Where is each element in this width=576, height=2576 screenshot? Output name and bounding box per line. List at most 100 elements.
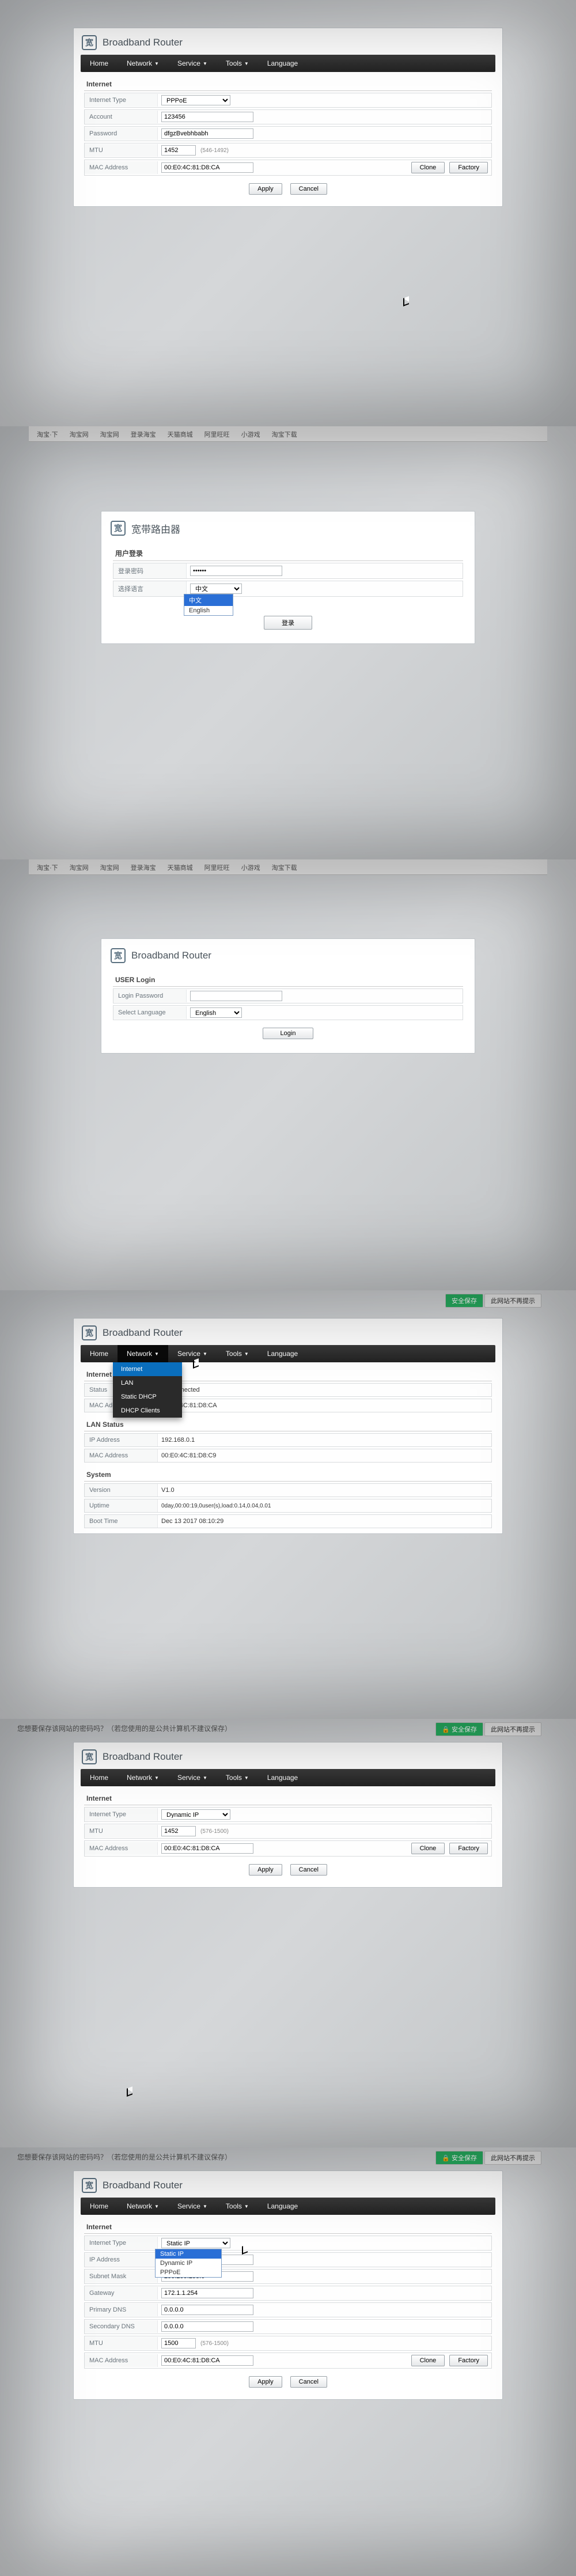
factory-button[interactable]: Factory (449, 1843, 488, 1854)
nav-language[interactable]: Language (258, 1345, 307, 1362)
nav-service[interactable]: Service▼ (168, 55, 217, 72)
no-prompt-button[interactable]: 此网站不再提示 (484, 1294, 541, 1308)
no-prompt-button[interactable]: 此网站不再提示 (484, 1722, 541, 1736)
factory-button[interactable]: Factory (449, 2355, 488, 2366)
tab-item[interactable]: 淘宝网 (64, 861, 94, 874)
tab-item[interactable]: 淘宝下载 (266, 427, 303, 441)
internet-type-select[interactable]: Dynamic IP (161, 1809, 230, 1820)
nav-service[interactable]: Service▼ (168, 1345, 217, 1362)
tab-item[interactable]: 淘宝网 (94, 427, 125, 441)
browser-tabs: 淘宝·下 淘宝网 淘宝网 登录海宝 天猫商城 阿里旺旺 小游戏 淘宝下载 (29, 426, 547, 442)
tab-item[interactable]: 小游戏 (236, 861, 266, 874)
tab-item[interactable]: 登录海宝 (125, 427, 162, 441)
tab-item[interactable]: 登录海宝 (125, 861, 162, 874)
nav-network[interactable]: Network▼ (118, 2198, 168, 2215)
row-internet-type: Internet Type Dynamic IP (84, 1807, 492, 1822)
gateway-input[interactable] (161, 2288, 253, 2298)
nav-tools[interactable]: Tools▼ (217, 1769, 258, 1786)
option-static-ip[interactable]: Static IP (156, 2249, 221, 2259)
save-password-button[interactable]: 安全保存 (445, 1294, 483, 1308)
clone-button[interactable]: Clone (411, 2355, 445, 2366)
tab-item[interactable]: 阿里旺旺 (199, 861, 236, 874)
dropdown-static-dhcp[interactable]: Static DHCP (113, 1390, 182, 1404)
chevron-down-icon: ▼ (203, 1775, 207, 1781)
nav-network[interactable]: Network▼ (118, 1345, 168, 1362)
mouse-cursor-icon (127, 2088, 135, 2099)
login-password-input[interactable] (190, 991, 282, 1001)
account-input[interactable] (161, 112, 253, 122)
nav-network[interactable]: Network▼ (118, 1769, 168, 1786)
apply-button[interactable]: Apply (249, 1864, 282, 1876)
tab-item[interactable]: 淘宝网 (64, 427, 94, 441)
factory-button[interactable]: Factory (449, 162, 488, 173)
internet-type-options: Static IP Dynamic IP PPPoE (155, 2249, 222, 2278)
apply-button[interactable]: Apply (249, 183, 282, 195)
tab-item[interactable]: 天猫商城 (162, 861, 199, 874)
nav-language[interactable]: Language (258, 55, 307, 72)
save-password-button[interactable]: 🔒 安全保存 (435, 1722, 483, 1736)
nav-home[interactable]: Home (81, 55, 118, 72)
tab-item[interactable]: 淘宝下载 (266, 861, 303, 874)
tab-item[interactable]: 淘宝网 (94, 861, 125, 874)
nav-service[interactable]: Service▼ (168, 2198, 217, 2215)
main-nav: Home Network▼ Service▼ Tools▼ Language (81, 2198, 495, 2215)
nav-network[interactable]: Network▼ (118, 55, 168, 72)
mac-input[interactable] (161, 2355, 253, 2366)
nav-language[interactable]: Language (258, 1769, 307, 1786)
tab-item[interactable]: 阿里旺旺 (199, 427, 236, 441)
ip-value: 192.168.0.1 (158, 1435, 491, 1445)
language-option-chinese[interactable]: 中文 (184, 594, 233, 606)
no-prompt-button[interactable]: 此网站不再提示 (484, 2151, 541, 2165)
cancel-button[interactable]: Cancel (290, 2376, 327, 2388)
nav-home[interactable]: Home (81, 2198, 118, 2215)
nav-tools[interactable]: Tools▼ (217, 55, 258, 72)
dns2-input[interactable] (161, 2321, 253, 2332)
dropdown-dhcp-clients[interactable]: DHCP Clients (113, 1404, 182, 1418)
save-password-button[interactable]: 🔒 安全保存 (435, 2151, 483, 2165)
main-nav: Home Network▼ Service▼ Tools▼ Language (81, 1769, 495, 1786)
mtu-input[interactable] (161, 1826, 196, 1836)
tab-item[interactable]: 天猫商城 (162, 427, 199, 441)
internet-type-select[interactable]: PPPoE (161, 95, 230, 105)
password-input[interactable] (161, 128, 253, 139)
chevron-down-icon: ▼ (203, 61, 207, 66)
nav-language[interactable]: Language (258, 2198, 307, 2215)
nav-home[interactable]: Home (81, 1345, 118, 1362)
tab-item[interactable]: 小游戏 (236, 427, 266, 441)
dropdown-lan[interactable]: LAN (113, 1376, 182, 1390)
clone-button[interactable]: Clone (411, 162, 445, 173)
cancel-button[interactable]: Cancel (290, 1864, 327, 1876)
nav-service[interactable]: Service▼ (168, 1769, 217, 1786)
option-dynamic-ip[interactable]: Dynamic IP (156, 2259, 221, 2268)
mtu-input[interactable] (161, 2338, 196, 2348)
internet-type-select[interactable]: Static IP (161, 2238, 230, 2248)
tab-item[interactable]: 淘宝·下 (31, 427, 64, 441)
login-button[interactable]: Login (263, 1028, 314, 1039)
nav-home[interactable]: Home (81, 1769, 118, 1786)
login-button[interactable]: 登录 (264, 616, 312, 630)
login-password-input[interactable] (190, 566, 282, 576)
brand-title: Broadband Router (103, 1751, 183, 1763)
mtu-input[interactable] (161, 145, 196, 156)
language-select[interactable]: English (190, 1007, 242, 1018)
clone-button[interactable]: Clone (411, 1843, 445, 1854)
tab-item[interactable]: 淘宝·下 (31, 861, 64, 874)
language-select[interactable]: 中文 (190, 584, 242, 594)
section-lan-status: LAN Status (84, 1417, 492, 1431)
mac-input[interactable] (161, 1843, 253, 1854)
nav-tools[interactable]: Tools▼ (217, 2198, 258, 2215)
cancel-button[interactable]: Cancel (290, 183, 327, 195)
mac-input[interactable] (161, 162, 253, 173)
dns1-input[interactable] (161, 2305, 253, 2315)
main-nav: Home Network▼ Service▼ Tools▼ Language (81, 55, 495, 72)
dropdown-internet[interactable]: Internet (113, 1362, 182, 1376)
option-pppoe[interactable]: PPPoE (156, 2268, 221, 2277)
row-lan-ip: IP Address192.168.0.1 (84, 1433, 492, 1447)
section-internet: Internet (84, 1791, 492, 1805)
apply-button[interactable]: Apply (249, 2376, 282, 2388)
row-mtu: MTU (576-1500) (84, 1824, 492, 1839)
language-option-english[interactable]: English (184, 606, 233, 615)
uptime-value: 0day,00:00:19,0user(s),load:0.14,0.04,0.… (158, 1501, 491, 1511)
brand-title: Broadband Router (103, 1327, 183, 1339)
nav-tools[interactable]: Tools▼ (217, 1345, 258, 1362)
